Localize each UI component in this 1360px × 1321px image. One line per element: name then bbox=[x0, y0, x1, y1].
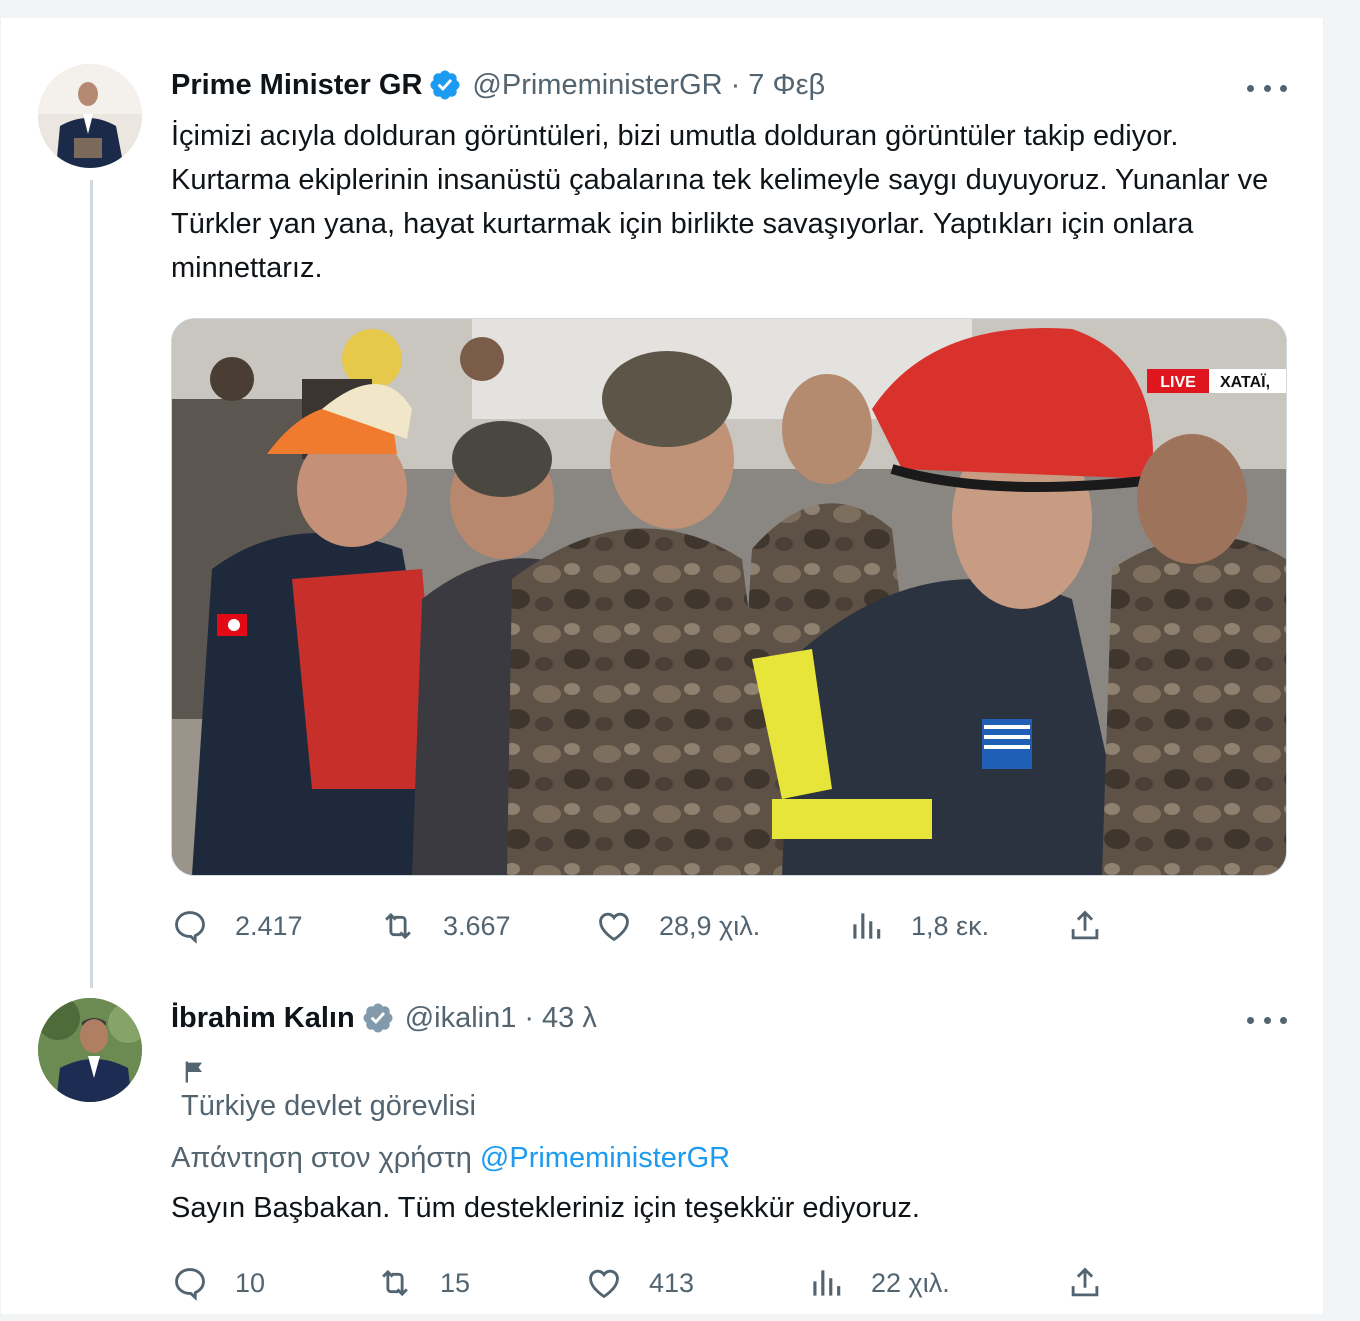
avatar[interactable] bbox=[38, 64, 142, 168]
tweet-actions: 2.417 3.667 28,9 χιλ. 1,8 εκ. bbox=[171, 906, 1285, 946]
affiliation-label: Türkiye devlet görevlisi bbox=[181, 1090, 476, 1122]
live-label: LIVE bbox=[1160, 374, 1196, 391]
tweet-header: Prime Minister GR @PrimeministerGR · 7 Φ… bbox=[171, 68, 825, 102]
author-name[interactable]: İbrahim Kalın bbox=[171, 1002, 355, 1035]
timeline-frame: Prime Minister GR @PrimeministerGR · 7 Φ… bbox=[0, 18, 1324, 1314]
share-button[interactable] bbox=[1066, 1263, 1104, 1303]
views-chart-icon bbox=[813, 1270, 841, 1296]
share-button[interactable] bbox=[1066, 906, 1104, 946]
repost-icon bbox=[385, 912, 411, 940]
views-button[interactable]: 1,8 εκ. bbox=[847, 906, 989, 946]
repost-count: 3.667 bbox=[443, 910, 511, 941]
author-name[interactable]: Prime Minister GR bbox=[171, 69, 422, 102]
repost-icon bbox=[382, 1269, 408, 1297]
separator-dot: · bbox=[730, 68, 741, 101]
replying-to: Απάντηση στον χρήστη @PrimeministerGR bbox=[171, 1142, 730, 1175]
author-handle[interactable]: @PrimeministerGR bbox=[472, 69, 722, 102]
flag-icon bbox=[185, 1061, 202, 1083]
heart-icon bbox=[589, 1269, 619, 1299]
timestamp[interactable]: 7 Φεβ bbox=[748, 69, 825, 102]
reply-button[interactable]: 10 bbox=[171, 1263, 265, 1303]
repost-button[interactable]: 15 bbox=[376, 1263, 470, 1303]
tweet-text: Sayın Başbakan. Tüm destekleriniz için t… bbox=[171, 1192, 920, 1224]
avatar[interactable] bbox=[38, 998, 142, 1102]
share-icon bbox=[1071, 910, 1099, 940]
repost-count: 15 bbox=[440, 1267, 471, 1298]
avatar-photo bbox=[38, 998, 142, 1102]
reply-button[interactable]: 2.417 bbox=[171, 906, 303, 946]
heart-icon bbox=[599, 912, 629, 942]
replying-prefix: Απάντηση στον χρήστη bbox=[171, 1142, 472, 1174]
location-label: XATAΪ, bbox=[1220, 373, 1270, 391]
view-count: 22 χιλ. bbox=[871, 1267, 950, 1298]
like-count: 28,9 χιλ. bbox=[659, 910, 761, 941]
reply-count: 2.417 bbox=[235, 910, 303, 941]
avatar-photo bbox=[38, 64, 142, 168]
views-button[interactable]: 22 χιλ. bbox=[807, 1263, 950, 1303]
share-icon bbox=[1071, 1267, 1099, 1297]
replying-to-mention[interactable]: @PrimeministerGR bbox=[480, 1142, 730, 1174]
reply-count: 10 bbox=[235, 1267, 266, 1298]
tweet-actions: 10 15 413 22 χιλ. bbox=[171, 1263, 1285, 1303]
thread-connector-line bbox=[90, 180, 93, 988]
repost-button[interactable]: 3.667 bbox=[379, 906, 511, 946]
more-options-icon[interactable] bbox=[1247, 1010, 1287, 1030]
reply-icon bbox=[175, 1268, 205, 1301]
tweet-header: İbrahim Kalın @ikalin1 · 43 λ bbox=[171, 1001, 597, 1035]
tweet-media-video[interactable]: LIVE XATAΪ, bbox=[171, 318, 1287, 876]
like-button[interactable]: 28,9 χιλ. bbox=[595, 906, 760, 946]
timestamp[interactable]: 43 λ bbox=[542, 1002, 597, 1035]
view-count: 1,8 εκ. bbox=[911, 910, 990, 941]
verified-badge-icon[interactable] bbox=[428, 68, 462, 102]
like-button[interactable]: 413 bbox=[585, 1263, 694, 1303]
verified-badge-icon[interactable] bbox=[361, 1001, 395, 1035]
reply-icon bbox=[175, 911, 205, 944]
rescue-scene-image: LIVE XATAΪ, bbox=[172, 319, 1286, 875]
more-options-icon[interactable] bbox=[1247, 78, 1287, 98]
separator-dot: · bbox=[524, 1001, 535, 1034]
like-count: 413 bbox=[649, 1267, 695, 1298]
views-chart-icon bbox=[853, 913, 881, 939]
tweet-text: İçimizi acıyla dolduran görüntüleri, biz… bbox=[171, 120, 1269, 284]
author-handle[interactable]: @ikalin1 bbox=[405, 1002, 517, 1035]
